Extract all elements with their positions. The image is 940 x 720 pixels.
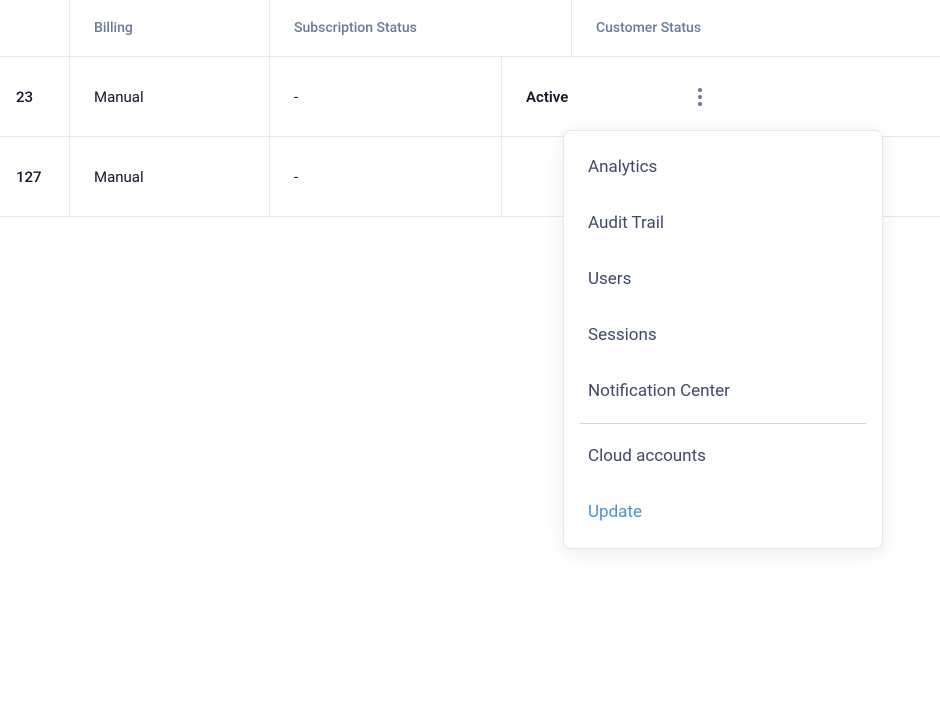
customer-status-active: Active	[526, 88, 568, 106]
menu-item-analytics[interactable]: Analytics	[564, 139, 882, 195]
row-subscription-2: -	[270, 137, 502, 216]
more-options-button[interactable]	[690, 80, 710, 114]
row-id-1: 23	[0, 57, 70, 136]
th-billing: Billing	[70, 0, 270, 56]
table-row: 23 Manual - Active	[0, 57, 940, 137]
menu-item-cloud-accounts[interactable]: Cloud accounts	[564, 428, 882, 484]
row-billing-1: Manual	[70, 57, 270, 136]
menu-item-sessions[interactable]: Sessions	[564, 307, 882, 363]
table-header: Billing Subscription Status Customer Sta…	[0, 0, 940, 57]
row-subscription-1: -	[270, 57, 502, 136]
th-empty	[0, 0, 70, 56]
menu-item-audit-trail[interactable]: Audit Trail	[564, 195, 882, 251]
row-customer-1: Active	[502, 57, 734, 136]
table-container: Billing Subscription Status Customer Sta…	[0, 0, 940, 720]
row-billing-2: Manual	[70, 137, 270, 216]
th-subscription-status: Subscription Status	[270, 0, 572, 56]
menu-item-users[interactable]: Users	[564, 251, 882, 307]
three-dots-icon	[698, 88, 702, 106]
menu-item-update[interactable]: Update	[564, 484, 882, 540]
th-customer-status: Customer Status	[572, 0, 804, 56]
menu-item-notification-center[interactable]: Notification Center	[564, 363, 882, 419]
row-id-2: 127	[0, 137, 70, 216]
menu-divider	[580, 423, 866, 424]
context-menu: Analytics Audit Trail Users Sessions Not…	[563, 130, 883, 549]
